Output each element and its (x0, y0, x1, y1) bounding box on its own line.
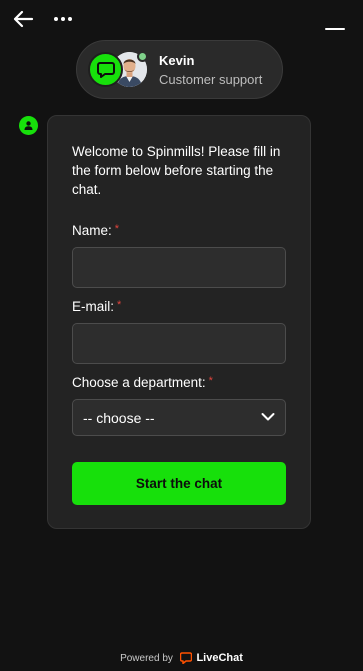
required-mark: * (208, 375, 213, 387)
chat-bubble-icon (97, 62, 115, 78)
agent-header: Kevin Customer support (76, 40, 283, 99)
more-options-button[interactable] (52, 10, 76, 28)
name-label: Name: * (72, 223, 119, 238)
arrow-left-icon (13, 10, 34, 28)
department-select-value: -- choose -- (83, 410, 155, 426)
department-select[interactable]: -- choose -- (72, 399, 286, 436)
powered-by-footer[interactable]: Powered by LiveChat (0, 652, 363, 664)
chevron-down-icon (261, 413, 275, 421)
name-input[interactable] (72, 247, 286, 288)
livechat-brand: LiveChat (196, 652, 243, 664)
department-label-text: Choose a department: (72, 375, 206, 390)
prechat-form: Welcome to Spinmills! Please fill in the… (47, 115, 311, 529)
agent-role: Customer support (159, 72, 263, 87)
welcome-message: Welcome to Spinmills! Please fill in the… (72, 144, 281, 197)
minimize-button[interactable] (324, 14, 346, 30)
back-button[interactable] (12, 9, 34, 29)
name-label-text: Name: (72, 223, 112, 238)
email-label: E-mail: * (72, 299, 121, 314)
department-label: Choose a department: * (72, 375, 213, 390)
email-input[interactable] (72, 323, 286, 364)
start-chat-button[interactable]: Start the chat (72, 462, 286, 505)
email-label-text: E-mail: (72, 299, 115, 314)
more-horizontal-icon (54, 17, 72, 21)
livechat-avatar (88, 52, 123, 87)
bot-avatar (19, 116, 38, 135)
user-icon (24, 121, 33, 130)
agent-name: Kevin (159, 53, 195, 68)
required-mark: * (117, 299, 122, 311)
chat-window: Kevin Customer support Welcome to Spinmi… (0, 0, 363, 671)
online-status-dot (137, 51, 148, 62)
required-mark: * (114, 223, 120, 235)
powered-by-text: Powered by (120, 653, 173, 664)
livechat-logo-icon (179, 652, 192, 664)
